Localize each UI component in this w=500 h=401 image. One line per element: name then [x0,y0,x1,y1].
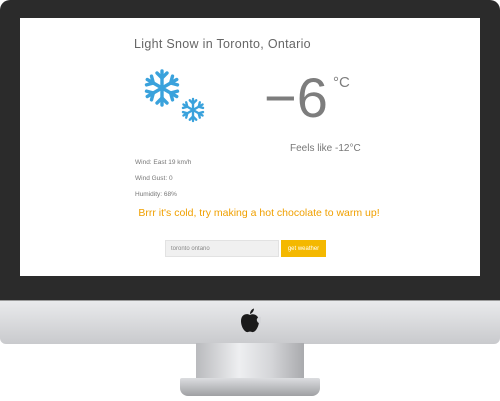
humidity-text: Humidity: 68% [135,191,177,198]
feels-like-text: Feels like -12°C [290,143,361,154]
monitor-stand-base [180,378,320,396]
location-input[interactable] [165,240,279,257]
wind-text: Wind: East 19 km/h [135,159,192,166]
weather-app-screen: Light Snow in Toronto, Ontario −6 °C Fee… [20,18,480,276]
weather-message: Brrr it's cold, try making a hot chocola… [138,207,380,219]
get-weather-button[interactable]: get weather [281,240,326,257]
monitor-stand [196,343,304,381]
apple-logo-icon [241,308,261,333]
snowflake-icon [143,69,181,107]
wind-gust-text: Wind Gust: 0 [135,175,173,182]
snowflake-small-icon [180,97,206,123]
temperature-unit: °C [333,74,350,91]
temperature-value: −6 [264,66,328,129]
weather-title: Light Snow in Toronto, Ontario [134,37,311,51]
